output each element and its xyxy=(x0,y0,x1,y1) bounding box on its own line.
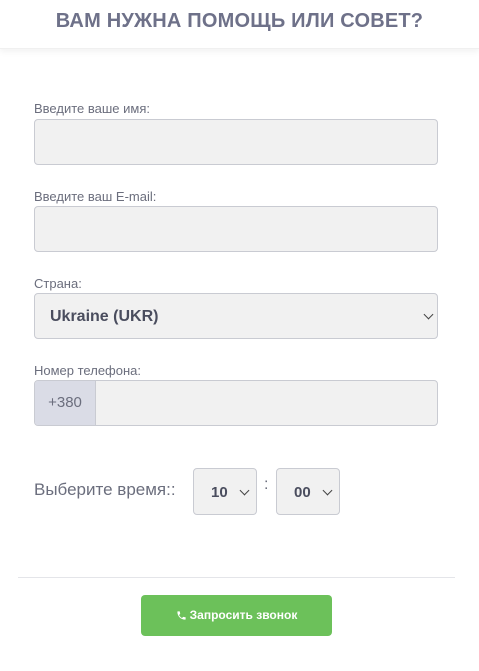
country-select[interactable]: Ukraine (UKR) xyxy=(34,293,438,339)
callback-form-page: ВАМ НУЖНА ПОМОЩЬ ИЛИ СОВЕТ? Введите ваше… xyxy=(0,0,479,671)
email-label: Введите ваш E-mail: xyxy=(34,189,157,204)
time-label: Выберите время:: xyxy=(34,480,176,499)
page-title: ВАМ НУЖНА ПОМОЩЬ ИЛИ СОВЕТ? xyxy=(55,10,424,32)
chevron-down-icon xyxy=(239,485,250,496)
chevron-down-icon xyxy=(322,485,333,496)
hour-select-value: 10 xyxy=(211,484,228,501)
phone-input-group: +380 xyxy=(34,380,438,426)
divider xyxy=(18,577,455,578)
email-input[interactable] xyxy=(34,206,438,252)
time-separator: : xyxy=(264,476,269,493)
phone-label: Номер телефона: xyxy=(34,363,141,378)
name-label: Введите ваше имя: xyxy=(34,101,150,116)
request-call-button[interactable]: Запросить звонок xyxy=(141,595,332,636)
country-select-value: Ukraine (UKR) xyxy=(50,308,159,325)
hour-select[interactable]: 10 xyxy=(193,468,257,515)
name-input[interactable] xyxy=(34,119,438,165)
phone-prefix: +380 xyxy=(35,381,96,425)
minute-select-value: 00 xyxy=(294,484,311,501)
phone-input[interactable] xyxy=(96,381,437,425)
phone-icon xyxy=(177,611,186,620)
request-call-label: Запросить звонок xyxy=(189,608,298,622)
chevron-down-icon xyxy=(423,309,434,320)
country-label: Страна: xyxy=(34,276,82,291)
header: ВАМ НУЖНА ПОМОЩЬ ИЛИ СОВЕТ? xyxy=(0,0,479,49)
minute-select[interactable]: 00 xyxy=(276,468,340,515)
